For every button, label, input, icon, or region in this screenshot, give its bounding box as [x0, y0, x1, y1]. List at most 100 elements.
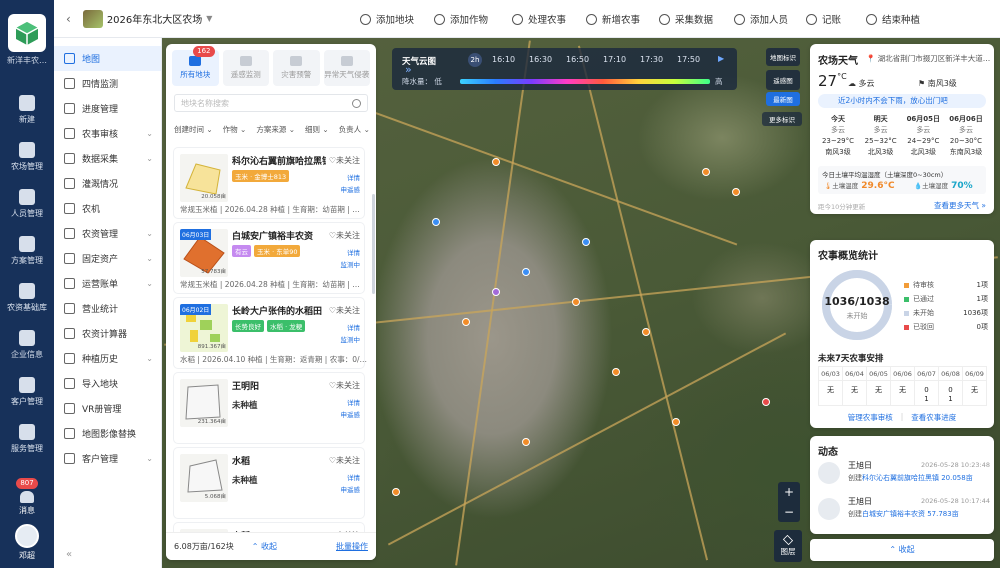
rail-item-7[interactable]: 服务管理 — [0, 415, 54, 462]
rail-item-5[interactable]: 企业信息 — [0, 321, 54, 368]
more-weather-link[interactable]: 查看更多天气 » — [934, 200, 986, 211]
sidebar-item-15[interactable]: 地图影像替换 — [54, 421, 161, 446]
feed-plot-link[interactable]: 白城安广镇裕丰农资 57.783亩 — [862, 510, 959, 518]
map-pin-icon[interactable] — [492, 288, 500, 296]
sidebar-item-16[interactable]: 客户管理 ⌄ — [54, 446, 161, 471]
avatar[interactable] — [15, 524, 39, 548]
plot-tab-0[interactable]: 162 所有地块 — [172, 46, 219, 86]
rail-item-2[interactable]: 人员管理 — [0, 180, 54, 227]
map-pin-icon[interactable] — [672, 418, 680, 426]
sidebar-item-7[interactable]: 农资管理 ⌄ — [54, 221, 161, 246]
plot-side-link[interactable]: 详情 — [341, 172, 360, 184]
follow-button[interactable]: ♡未关注 — [329, 380, 360, 391]
plot-tab-3[interactable]: 异常天气侵袭 — [323, 50, 370, 86]
collapse-sidebar-icon[interactable]: « — [66, 549, 72, 560]
map-pin-icon[interactable] — [582, 238, 590, 246]
plot-side-link[interactable]: 申遥感 — [341, 184, 361, 196]
rail-item-6[interactable]: 客户管理 — [0, 368, 54, 415]
plot-thumbnail[interactable]: 06月03日 57.783亩 — [180, 229, 228, 277]
action-button-1[interactable]: 添加作物 — [434, 0, 488, 38]
rail-messages[interactable]: 807 消息 — [0, 478, 54, 516]
map-pin-icon[interactable] — [432, 218, 440, 226]
plot-name[interactable]: 长岭大户张伟的水稻田 — [232, 304, 322, 317]
plot-list-scrollbar[interactable] — [372, 194, 375, 294]
plot-filter-0[interactable]: 创建时间 ⌄ — [174, 124, 213, 135]
plot-card[interactable]: 06月03日 57.783亩 白城安广镇裕丰农资 ♡未关注 有云 玉米 · 东单90 详情监… — [174, 223, 364, 293]
rail-item-3[interactable]: 方案管理 — [0, 227, 54, 274]
plot-tab-2[interactable]: 灾害预警 — [273, 50, 320, 86]
zoom-out-button[interactable]: − — [784, 505, 794, 519]
sidebar-item-3[interactable]: 农事审核 ⌄ — [54, 121, 161, 146]
sidebar-item-2[interactable]: 进度管理 — [54, 96, 161, 121]
plot-thumbnail[interactable]: 06月02日 891.367亩 — [180, 304, 228, 352]
weather-time-3[interactable]: 17:10 — [603, 55, 626, 64]
plot-side-link[interactable]: 详情 — [341, 397, 360, 409]
map-pin-icon[interactable] — [492, 158, 500, 166]
schedule-day[interactable]: 06/09 无 — [962, 366, 987, 406]
app-logo[interactable] — [8, 14, 46, 52]
follow-button[interactable]: ♡未关注 — [329, 305, 360, 316]
plot-card[interactable]: 20.058亩 科尔沁右翼前旗哈拉黑镇 ♡未关注 玉米 · 金博士813 详情 申遥感 常规… — [174, 148, 364, 218]
map-pin-icon[interactable] — [572, 298, 580, 306]
map-marker-toggle[interactable]: 地图标识 — [766, 48, 800, 66]
expand-panel-icon[interactable]: » — [405, 63, 412, 76]
feed-item[interactable]: 王旭日 2026-05-28 10:17:44 创建白城安广镇裕丰农资 57.783… — [818, 494, 990, 524]
rail-item-1[interactable]: 农场管理 — [0, 133, 54, 180]
collapse-plots-button[interactable]: ⌃ 收起 — [252, 541, 277, 552]
feed-item[interactable]: 王旭日 2026-05-28 10:23:48 创建科尔沁右翼前旗哈拉黑镇 20.0… — [818, 458, 990, 488]
search-icon[interactable] — [352, 98, 361, 108]
action-button-6[interactable]: 记账 — [806, 0, 841, 38]
plot-thumbnail[interactable]: 20.058亩 — [180, 154, 228, 202]
action-button-5[interactable]: 添加人员 — [734, 0, 788, 38]
action-button-0[interactable]: 添加地块 — [360, 0, 414, 38]
map-pin-icon[interactable] — [642, 328, 650, 336]
time-range-toggle[interactable]: 2h — [468, 53, 482, 67]
rail-item-0[interactable]: 新建 — [0, 86, 54, 133]
weather-time-4[interactable]: 17:30 — [640, 55, 663, 64]
farm-short-name[interactable]: 新洋丰农… — [7, 55, 47, 66]
map-pin-icon[interactable] — [762, 398, 770, 406]
follow-button[interactable]: ♡未关注 — [329, 455, 360, 466]
sidebar-item-12[interactable]: 种植历史 ⌄ — [54, 346, 161, 371]
latest-image-button[interactable]: 最新图 — [766, 92, 800, 106]
action-button-4[interactable]: 采集数据 — [659, 0, 713, 38]
sidebar-item-6[interactable]: 农机 — [54, 196, 161, 221]
play-icon[interactable]: ▶ — [718, 54, 724, 63]
layers-button[interactable]: 图层 — [774, 530, 802, 562]
schedule-day[interactable]: 06/06 无 — [890, 366, 915, 406]
plot-side-link[interactable]: 详情 — [341, 247, 360, 259]
plot-card[interactable]: 231.364亩 王明阳 ♡未关注 未种植 详情 申遥感 — [174, 373, 364, 443]
chevron-down-icon[interactable]: ▼ — [206, 14, 212, 23]
view-task-progress-link[interactable]: 查看农事进度 — [911, 412, 956, 423]
plot-name[interactable]: 王明阳 — [232, 379, 259, 392]
map-pin-icon[interactable] — [702, 168, 710, 176]
sidebar-item-9[interactable]: 运营账单 ⌄ — [54, 271, 161, 296]
sidebar-item-13[interactable]: 导入地块 — [54, 371, 161, 396]
plot-filter-3[interactable]: 细则 ⌄ — [305, 124, 329, 135]
sidebar-item-5[interactable]: 灌溉情况 — [54, 171, 161, 196]
schedule-day[interactable]: 06/03 无 — [818, 366, 843, 406]
map-pin-icon[interactable] — [462, 318, 470, 326]
plot-side-link[interactable]: 详情 — [341, 472, 360, 484]
sidebar-item-11[interactable]: 农资计算器 — [54, 321, 161, 346]
rail-user[interactable]: 邓超 — [0, 524, 54, 561]
schedule-day[interactable]: 06/08 0 1 — [938, 366, 963, 406]
sidebar-item-0[interactable]: 地图 — [54, 46, 161, 71]
map-pin-icon[interactable] — [732, 188, 740, 196]
plot-side-link[interactable]: 申遥感 — [341, 484, 361, 496]
remote-sensing-toggle[interactable]: 遥感图 — [766, 70, 800, 90]
weather-location[interactable]: 📍 湖北省荆门市掇刀区新洋丰大道… — [866, 53, 990, 64]
zoom-in-button[interactable]: + — [784, 485, 794, 499]
plot-filter-1[interactable]: 作物 ⌄ — [223, 124, 247, 135]
plot-filter-4[interactable]: 负责人 ⌄ — [339, 124, 370, 135]
schedule-day[interactable]: 06/04 无 — [842, 366, 867, 406]
sidebar-item-8[interactable]: 固定资产 ⌄ — [54, 246, 161, 271]
map-pin-icon[interactable] — [522, 438, 530, 446]
plot-name[interactable]: 水稻 — [232, 454, 250, 467]
batch-operation-link[interactable]: 批量操作 — [336, 541, 368, 552]
plot-side-link[interactable]: 申遥感 — [341, 409, 361, 421]
plot-filter-2[interactable]: 方案来源 ⌄ — [256, 124, 295, 135]
weather-time-5[interactable]: 17:50 — [677, 55, 700, 64]
plot-name[interactable]: 白城安广镇裕丰农资 — [232, 229, 313, 242]
plot-side-link[interactable]: 监测中 — [341, 334, 361, 346]
